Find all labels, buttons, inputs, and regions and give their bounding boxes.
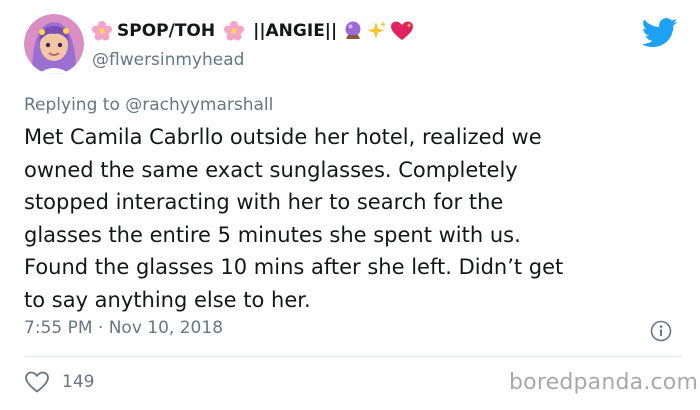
timestamp-separator: · <box>97 318 104 338</box>
cherry-blossom-icon <box>91 20 113 42</box>
tweet-text-line: glasses the entire 5 minutes she spent w… <box>24 222 521 247</box>
divider <box>24 356 682 357</box>
cherry-blossom-icon <box>223 20 245 42</box>
tweet-text-line: owned the same exact sunglasses. Complet… <box>24 157 518 182</box>
reply-context: Replying to @rachyymarshall <box>24 95 273 115</box>
tweet-timestamp[interactable]: 7:55 PM · Nov 10, 2018 <box>24 318 223 338</box>
like-count: 149 <box>62 372 95 392</box>
reply-mention-link[interactable]: @rachyymarshall <box>125 95 273 115</box>
sparkles-icon <box>366 20 388 42</box>
tweet-text-line: Met Camila Cabrllo outside her hotel, re… <box>24 125 542 149</box>
tweet-text: Met Camila Cabrllo outside her hotel, re… <box>24 121 674 316</box>
info-icon[interactable] <box>650 320 672 342</box>
crystal-ball-icon <box>342 20 364 42</box>
cartoon-girl-avatar-icon <box>24 14 84 74</box>
twitter-bird-icon[interactable] <box>641 18 678 48</box>
display-name-part-1: SPOP/TOH <box>117 21 216 41</box>
watermark: boredpanda.com <box>509 370 699 395</box>
avatar[interactable] <box>24 14 84 74</box>
heart-icon[interactable] <box>24 370 50 394</box>
tweet-text-line: stopped interacting with her to search f… <box>24 190 504 214</box>
user-handle[interactable]: @flwersinmyhead <box>92 50 244 70</box>
sparkling-heart-icon <box>390 20 414 42</box>
reply-prefix: Replying to <box>24 95 120 115</box>
tweet-text-line: Found the glasses 10 mins after she left… <box>24 255 564 279</box>
display-name[interactable]: SPOP/TOH ||ANGIE|| <box>91 17 414 45</box>
tweet-time: 7:55 PM <box>24 318 93 338</box>
tweet-date: Nov 10, 2018 <box>108 318 224 338</box>
display-name-part-2: ||ANGIE|| <box>253 21 338 41</box>
tweet-text-line: to say anything else to her. <box>24 287 311 312</box>
